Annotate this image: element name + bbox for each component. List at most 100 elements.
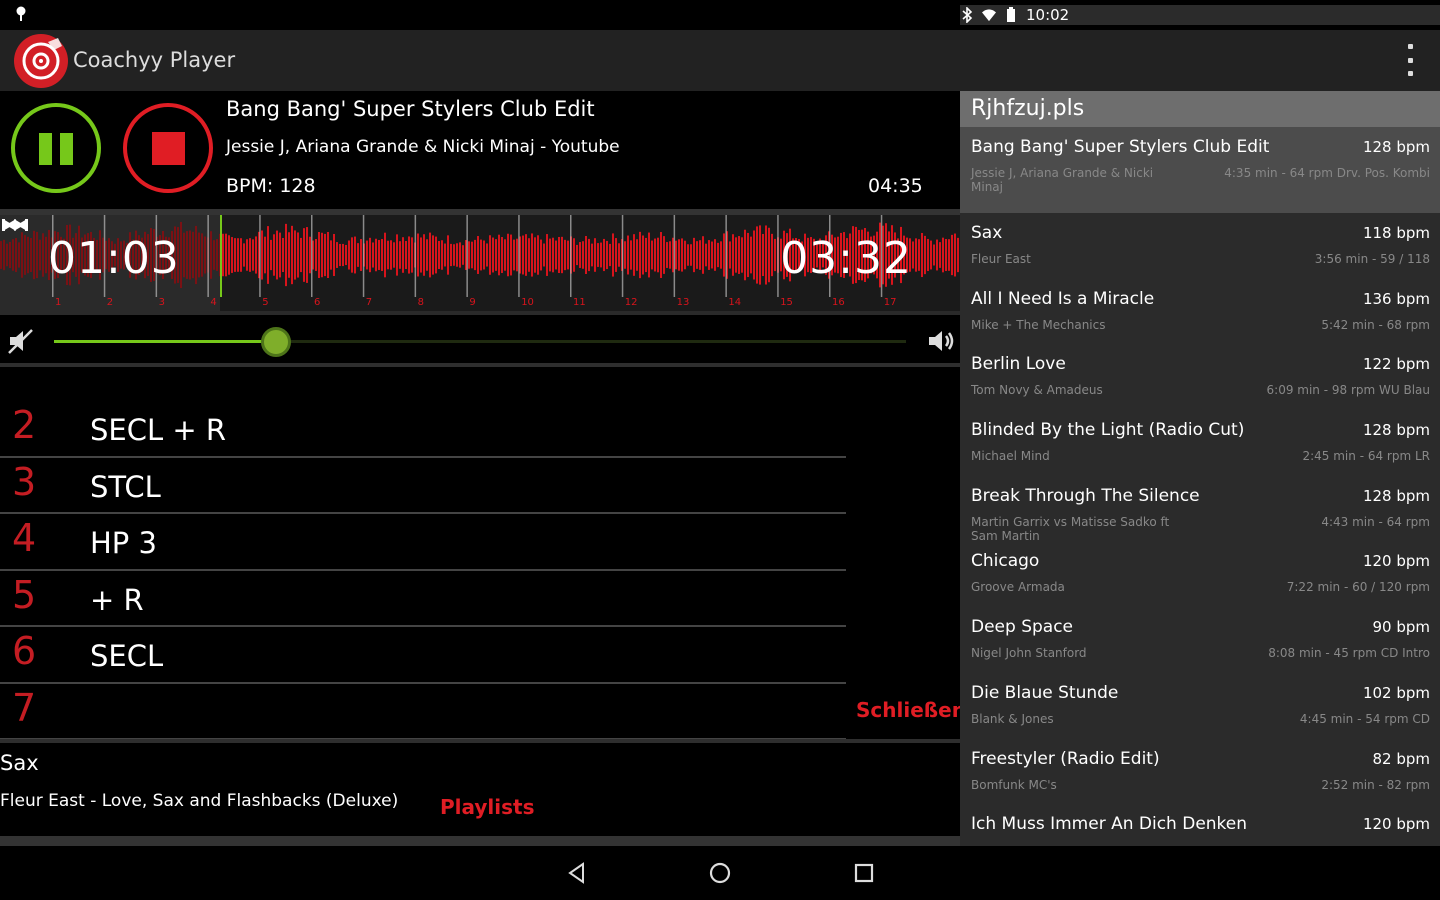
beat-marker xyxy=(362,215,365,297)
volume-slider-thumb[interactable] xyxy=(260,327,291,357)
overflow-dot xyxy=(1407,44,1413,49)
home-icon[interactable] xyxy=(708,861,732,885)
track-title: Blinded By the Light (Radio Cut) xyxy=(971,420,1245,441)
wifi-icon xyxy=(982,9,996,22)
track-title: Sax xyxy=(971,223,1003,243)
back-icon[interactable] xyxy=(565,861,589,885)
app-logo[interactable] xyxy=(14,34,68,88)
overflow-dot xyxy=(1407,71,1413,76)
cue-item[interactable]: 2 SECL + R xyxy=(0,401,846,458)
waveform-bar xyxy=(498,234,500,276)
waveform-bar xyxy=(741,237,743,273)
track-title: Freestyler (Radio Edit) xyxy=(971,748,1160,769)
playlists-button[interactable]: Playlists xyxy=(440,795,535,819)
waveform-bar xyxy=(33,230,35,280)
playlist-track-item[interactable]: Berlin Love 122 bpm Tom Novy & Amadeus 6… xyxy=(960,344,1440,410)
volume-up-icon[interactable] xyxy=(926,327,958,355)
waveform-bar xyxy=(36,231,38,279)
waveform-bar xyxy=(195,225,197,285)
waveform-bar xyxy=(360,239,362,271)
track-bpm: 120 bpm xyxy=(1362,815,1430,834)
waveform-bar xyxy=(432,235,434,275)
playlist-pane: Rjhfzuj.pls Bang Bang' Super Stylers Clu… xyxy=(960,91,1440,846)
waveform-bar xyxy=(3,239,5,271)
waveform-bar xyxy=(243,243,245,267)
playlist-track-item[interactable]: Break Through The Silence 128 bpm Martin… xyxy=(960,476,1440,543)
waveform-bar xyxy=(651,240,653,270)
beat-marker xyxy=(570,215,572,297)
waveform-bar xyxy=(723,233,725,277)
waveform-bar xyxy=(18,242,20,268)
skip-next-icon[interactable] xyxy=(0,215,30,235)
waveform-bar xyxy=(183,232,185,278)
next-track-title: Sax xyxy=(0,751,39,775)
bottom-divider xyxy=(0,836,960,846)
waveform-bar xyxy=(240,238,242,272)
waveform-bar xyxy=(339,243,341,267)
close-button[interactable]: Schließen xyxy=(856,698,966,722)
waveform-bar xyxy=(372,242,374,268)
waveform-bar xyxy=(264,236,266,274)
waveform-bar xyxy=(657,237,659,273)
waveform-bar xyxy=(642,235,644,275)
recents-icon[interactable] xyxy=(854,863,874,883)
playhead[interactable] xyxy=(220,215,222,297)
cue-number: 3 xyxy=(12,459,37,504)
remaining-time: 03:32 xyxy=(780,233,912,284)
track-meta: 2:45 min - 64 rpm LR xyxy=(1302,449,1430,464)
playlist-track-item[interactable]: Chicago 120 bpm Groove Armada 7:22 min -… xyxy=(960,541,1440,607)
playlist-track-item[interactable]: Bang Bang' Super Stylers Club Edit 128 b… xyxy=(960,127,1440,213)
waveform-bar xyxy=(537,235,539,275)
waveform-bar xyxy=(30,237,32,273)
waveform-bar xyxy=(198,232,200,278)
cue-item[interactable]: 4 HP 3 xyxy=(0,514,846,571)
cue-item[interactable]: 3 STCL xyxy=(0,458,846,514)
playlist-track-item[interactable]: All I Need Is a Miracle 136 bpm Mike + T… xyxy=(960,279,1440,345)
waveform-bar xyxy=(210,231,212,279)
waveform-bar xyxy=(732,234,734,276)
waveform-bar xyxy=(957,237,959,273)
waveform-bar xyxy=(393,242,395,268)
waveform-bar xyxy=(315,239,317,271)
track-meta: 7:22 min - 60 / 120 rpm xyxy=(1286,580,1430,595)
waveform-bar xyxy=(477,236,479,274)
waveform-bar xyxy=(933,244,935,266)
playlist-track-item[interactable]: Sax 118 bpm Fleur East 3:56 min - 59 / 1… xyxy=(960,213,1440,279)
cue-item[interactable]: 6 SECL xyxy=(0,627,846,684)
track-title: Die Blaue Stunde xyxy=(971,682,1119,703)
beat-marker-label: 2 xyxy=(107,297,113,308)
beat-marker-label: 12 xyxy=(625,297,638,308)
playlist-track-item[interactable]: Blinded By the Light (Radio Cut) 128 bpm… xyxy=(960,410,1440,476)
waveform-bar xyxy=(774,238,776,272)
waveform-bar xyxy=(708,240,710,270)
playlist-track-item[interactable]: Ich Muss Immer An Dich Denken 120 bpm xyxy=(960,804,1440,844)
waveform-bar xyxy=(270,239,272,271)
playlist-track-item[interactable]: Deep Space 90 bpm Nigel John Stanford 8:… xyxy=(960,607,1440,673)
volume-slider[interactable] xyxy=(54,327,906,357)
track-artist: Michael Mind xyxy=(971,449,1050,464)
playlist-track-item[interactable]: Freestyler (Radio Edit) 82 bpm Bomfunk M… xyxy=(960,739,1440,805)
waveform-bar xyxy=(9,241,11,269)
track-bpm: 128 bpm xyxy=(1362,138,1430,156)
waveform-bar xyxy=(534,237,536,273)
waveform-bar xyxy=(375,238,377,272)
app-title: Coachyy Player xyxy=(73,48,236,72)
overflow-menu-button[interactable] xyxy=(1404,44,1416,76)
waveform-bar xyxy=(450,243,452,267)
playlist-track-item[interactable]: Die Blaue Stunde 102 bpm Blank & Jones 4… xyxy=(960,673,1440,739)
cue-item[interactable]: 5 + R xyxy=(0,571,846,627)
waveform-bar xyxy=(489,235,491,275)
stop-button[interactable] xyxy=(123,103,213,193)
volume-mute-icon[interactable] xyxy=(6,327,36,355)
waveform-bar xyxy=(381,239,383,271)
waveform-bar xyxy=(267,226,269,284)
stop-square-icon xyxy=(152,132,185,165)
waveform-seekbar[interactable]: 1 2 3 4 5 6 7 8 9 10 11 12 13 14 15 16 17 01:03 03:32 xyxy=(0,209,960,311)
cue-item[interactable]: 7 xyxy=(0,684,846,740)
waveform-bar xyxy=(552,237,554,273)
overflow-dot xyxy=(1407,57,1413,63)
track-bpm: 82 bpm xyxy=(1372,749,1430,768)
track-meta: 3:56 min - 59 / 118 xyxy=(1314,252,1430,266)
waveform-bar xyxy=(633,234,635,276)
pause-button[interactable] xyxy=(11,103,101,193)
